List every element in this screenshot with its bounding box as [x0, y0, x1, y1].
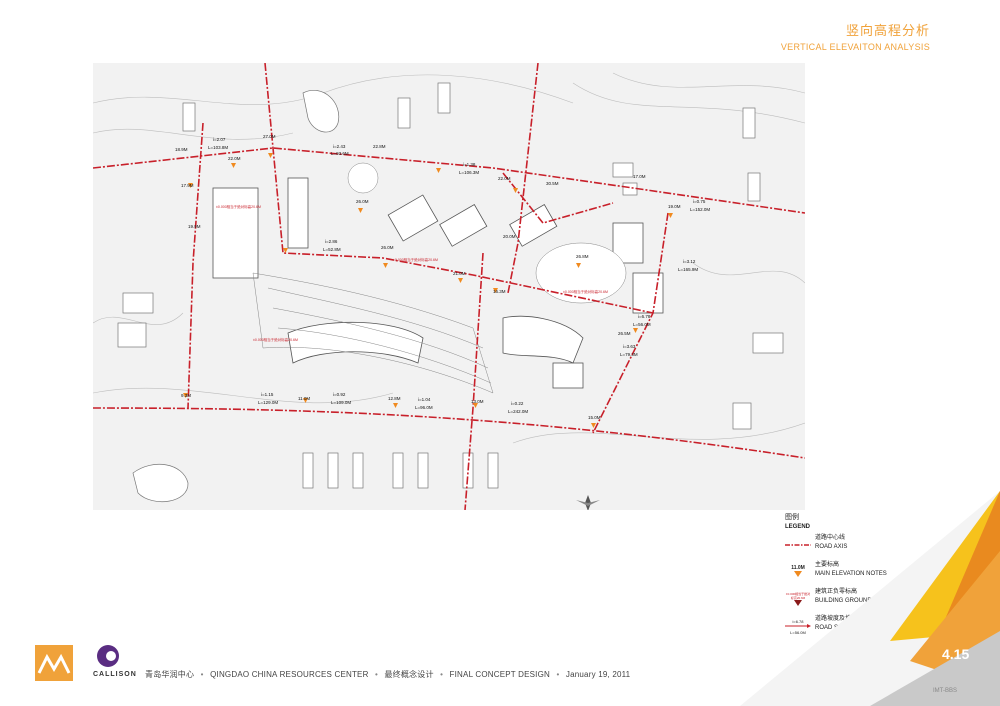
- elev-label: 27.0M: [263, 134, 276, 139]
- contour-lines: [93, 72, 805, 444]
- slope-label: L=96.0M: [415, 405, 433, 410]
- elev-label: 30.5M: [546, 181, 559, 186]
- slope-label: i=0.75: [693, 199, 706, 204]
- slope-label: L=242.0M: [508, 409, 528, 414]
- page-number: 4.15: [942, 646, 970, 662]
- slope-label: L=56.0M: [633, 322, 651, 327]
- slope-label: i=1.04: [418, 397, 431, 402]
- site-plan-drawing: 27.0M 22.0M 26.0M 22.8M 18.9M 17.9M 19.9…: [93, 63, 805, 510]
- slope-label: i=2.86: [325, 239, 338, 244]
- slope-label: L=52.8M: [323, 247, 341, 252]
- crland-logo-icon: [35, 645, 73, 681]
- footer: 青岛华润中心 • QINGDAO CHINA RESOURCES CENTER …: [145, 670, 631, 679]
- slope-label: i=0.22: [511, 401, 524, 406]
- elev-label: 26.0M: [381, 245, 394, 250]
- slope-label: i=1.15: [261, 392, 274, 397]
- elev-label: 26.5M: [618, 331, 631, 336]
- building-note: ±0.000相当于绝对标高20.6M: [253, 337, 298, 342]
- corner-decoration: [740, 491, 1000, 706]
- elev-label: 22.0M: [228, 156, 241, 161]
- slope-label: L=152.0M: [690, 207, 710, 212]
- stage-en: FINAL CONCEPT DESIGN: [449, 670, 551, 679]
- slope-label: L=165.9M: [678, 267, 698, 272]
- elev-label: 26.0M: [356, 199, 369, 204]
- slope-label: i=3.63: [623, 344, 636, 349]
- project-name-cn: 青岛华润中心: [145, 670, 195, 679]
- page-title-cn: 竖向高程分析: [845, 23, 930, 38]
- elev-label: 21.0M: [453, 271, 466, 276]
- callison-logo-text: CALLISON: [93, 671, 137, 678]
- elev-label: 26.8M: [576, 254, 589, 259]
- slope-label: i=1.38: [463, 162, 476, 167]
- road-axes: [93, 63, 805, 510]
- slope-label: L=106.3M: [459, 170, 479, 175]
- elev-label: 11.0M: [298, 396, 310, 401]
- slope-label: i=2.07: [213, 137, 226, 142]
- elev-label: 19.9M: [188, 224, 201, 229]
- slope-label: L=129.0M: [258, 400, 278, 405]
- slope-label: i=2.43: [333, 144, 346, 149]
- elev-label: 20.0M: [503, 234, 516, 239]
- building-note: ±0.000相当于绝对标高20.6M: [563, 289, 608, 294]
- elev-label: 22.8M: [373, 144, 386, 149]
- watermark: IMT-BBS: [933, 688, 958, 694]
- slope-label: L=79.3M: [620, 352, 638, 357]
- elev-label: 19.0M: [668, 204, 681, 209]
- elev-label: 15.0M: [588, 415, 601, 420]
- slope-label: L=109.0M: [331, 400, 351, 405]
- elev-label: 9.3M: [181, 393, 191, 398]
- page-title-en: VERTICAL ELEVAITON ANALYSIS: [780, 42, 930, 52]
- elev-label: 17.0M: [633, 174, 646, 179]
- slope-label: i=6.78: [638, 314, 651, 319]
- project-name-en: QINGDAO CHINA RESOURCES CENTER: [210, 670, 369, 679]
- date: January 19, 2011: [565, 670, 631, 679]
- slope-label: i=3.12: [683, 259, 696, 264]
- north-arrow-icon: [576, 495, 600, 510]
- slope-label: L=103.8M: [208, 145, 228, 150]
- elev-label: 22.0M: [498, 176, 511, 181]
- elev-label: 12.8M: [388, 396, 401, 401]
- slope-label: i=0.92: [333, 392, 346, 397]
- site-plan: 27.0M 22.0M 26.0M 22.8M 18.9M 17.9M 19.9…: [93, 63, 805, 510]
- elev-label: 13.0M: [471, 399, 484, 404]
- building-note: ±0.000相当于绝对标高20.6M: [393, 257, 438, 262]
- building-note: ±0.000相当于绝对标高20.6M: [216, 204, 261, 209]
- elev-label: 18.9M: [175, 147, 188, 152]
- elev-label: 16.3M: [493, 289, 506, 294]
- slope-label: L=93.6M: [331, 151, 349, 156]
- stage-cn: 最终概念设计: [384, 670, 434, 679]
- elev-label: 17.9M: [181, 183, 194, 188]
